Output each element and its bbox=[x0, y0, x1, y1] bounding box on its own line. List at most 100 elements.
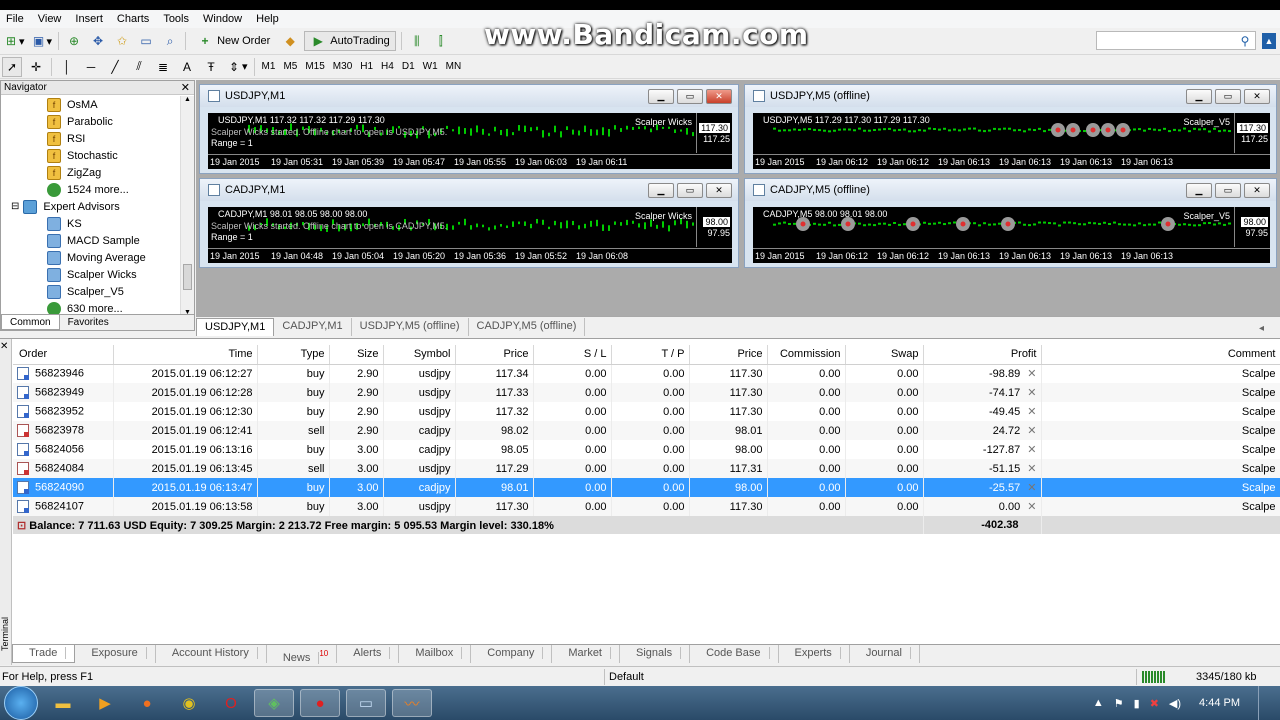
opera-icon[interactable]: O bbox=[214, 689, 248, 717]
new-order-button[interactable]: + New Order bbox=[191, 31, 276, 51]
order-row[interactable]: 56823949 2015.01.19 06:12:28 buy 2.90 usdjpy… bbox=[13, 383, 1280, 402]
cursor-tool[interactable]: ➚ bbox=[2, 56, 22, 77]
navigator-item[interactable]: Scalper Wicks bbox=[1, 266, 180, 283]
metatrader-task-icon[interactable]: ◈ bbox=[254, 689, 294, 717]
bar-chart-button[interactable]: ⫼ bbox=[407, 31, 427, 51]
volume-icon[interactable]: ◀) bbox=[1169, 697, 1181, 710]
crosshair-tool[interactable]: ✛ bbox=[26, 57, 46, 77]
text-label-tool[interactable]: Ŧ bbox=[201, 57, 221, 77]
timeframe-h1[interactable]: H1 bbox=[356, 58, 377, 76]
profiles-button[interactable]: ▣ ▾ bbox=[30, 31, 54, 51]
maximize-icon[interactable]: ▭ bbox=[677, 89, 703, 104]
menu-view[interactable]: View bbox=[32, 13, 70, 25]
firefox-icon[interactable]: ● bbox=[130, 689, 164, 717]
close-icon[interactable]: ✕ bbox=[0, 341, 8, 352]
column-header[interactable]: T / P bbox=[611, 345, 690, 365]
terminal-tab-trade[interactable]: Trade bbox=[12, 645, 76, 663]
menu-window[interactable]: Window bbox=[197, 13, 250, 25]
terminal-tab-signals[interactable]: Signals bbox=[620, 645, 691, 663]
close-order-icon[interactable]: ✕ bbox=[1024, 387, 1036, 399]
order-row[interactable]: 56824084 2015.01.19 06:13:45 sell 3.00 usdjp… bbox=[13, 459, 1280, 478]
text-tool[interactable]: A bbox=[177, 57, 197, 77]
timeframe-m1[interactable]: M1 bbox=[258, 58, 280, 76]
toolbar-expand-icon[interactable]: ▲ bbox=[1262, 33, 1276, 49]
terminal-tab-mailbox[interactable]: Mailbox bbox=[399, 645, 472, 663]
column-header[interactable]: Type bbox=[257, 345, 330, 365]
chart-tab[interactable]: CADJPY,M5 (offline) bbox=[469, 318, 586, 336]
scroll-up-icon[interactable]: ▲ bbox=[184, 96, 191, 103]
menu-insert[interactable]: Insert bbox=[69, 13, 111, 25]
menu-tools[interactable]: Tools bbox=[157, 13, 197, 25]
navigator-item[interactable]: f Parabolic bbox=[1, 113, 180, 130]
autotrading-button[interactable]: ▶ AutoTrading bbox=[304, 31, 396, 51]
timeframe-m15[interactable]: M15 bbox=[301, 58, 328, 76]
minimize-icon[interactable]: ▁ bbox=[648, 183, 674, 198]
column-header[interactable]: Swap bbox=[845, 345, 924, 365]
maximize-icon[interactable]: ▭ bbox=[677, 183, 703, 198]
terminal-button[interactable]: ▭ bbox=[136, 31, 156, 51]
chart-tab[interactable]: USDJPY,M1 bbox=[196, 318, 275, 336]
terminal-tab-news[interactable]: News 10 bbox=[267, 645, 338, 664]
navigator-item[interactable]: ⊟ Expert Advisors bbox=[1, 198, 180, 215]
flag-icon[interactable]: ⚑ bbox=[1114, 697, 1124, 710]
menu-charts[interactable]: Charts bbox=[111, 13, 157, 25]
terminal-tab-account-history[interactable]: Account History bbox=[156, 645, 267, 663]
navigator-item[interactable]: MACD Sample bbox=[1, 232, 180, 249]
minimize-icon[interactable]: ▁ bbox=[1186, 183, 1212, 198]
maximize-icon[interactable]: ▭ bbox=[1215, 89, 1241, 104]
terminal-tab-exposure[interactable]: Exposure bbox=[75, 645, 156, 663]
navigator-item[interactable]: 1524 more... bbox=[1, 181, 180, 198]
minimize-icon[interactable]: ▁ bbox=[648, 89, 674, 104]
close-order-icon[interactable]: ✕ bbox=[1024, 482, 1036, 494]
close-order-icon[interactable]: ✕ bbox=[1024, 444, 1036, 456]
chart-tab[interactable]: USDJPY,M5 (offline) bbox=[352, 318, 469, 336]
column-header[interactable]: Commission bbox=[767, 345, 846, 365]
chart-window-titlebar[interactable]: USDJPY,M1 ▁ ▭ ✕ bbox=[200, 85, 738, 107]
chart-window-titlebar[interactable]: CADJPY,M1 ▁ ▭ ✕ bbox=[200, 179, 738, 201]
trendline-tool[interactable]: ╱ bbox=[105, 57, 125, 77]
tab-favorites[interactable]: Favorites bbox=[60, 315, 117, 330]
tree-toggle-icon[interactable]: ⊟ bbox=[11, 201, 19, 212]
terminal-tab-code-base[interactable]: Code Base bbox=[690, 645, 779, 663]
chart-window[interactable]: USDJPY,M1 ▁ ▭ ✕ USDJPY,M1 117.32 117.32 117.… bbox=[199, 84, 739, 174]
timeframe-m5[interactable]: M5 bbox=[279, 58, 301, 76]
scrollbar-thumb[interactable] bbox=[183, 264, 192, 290]
navigator-item[interactable]: f ZigZag bbox=[1, 164, 180, 181]
fibonacci-tool[interactable]: ≣ bbox=[153, 57, 173, 77]
tabs-scroll-icon[interactable]: ◂ bbox=[1251, 320, 1272, 338]
menu-help[interactable]: Help bbox=[250, 13, 287, 25]
chart-window[interactable]: USDJPY,M5 (offline) ▁ ▭ ✕ USDJPY,M5 117.29 1… bbox=[744, 84, 1277, 174]
column-header[interactable]: Time bbox=[113, 345, 258, 365]
close-icon[interactable]: ✕ bbox=[1244, 183, 1270, 198]
terminal-tab-company[interactable]: Company bbox=[471, 645, 553, 663]
timeframe-d1[interactable]: D1 bbox=[398, 58, 419, 76]
column-header[interactable]: Symbol bbox=[383, 345, 456, 365]
chrome-icon[interactable]: ◉ bbox=[172, 689, 206, 717]
metaeditor-button[interactable]: ◆ bbox=[280, 31, 300, 51]
timeframe-w1[interactable]: W1 bbox=[419, 58, 442, 76]
column-header[interactable]: Price bbox=[689, 345, 768, 365]
new-chart-button[interactable]: ⊞ ▾ bbox=[2, 31, 26, 51]
chart-window-titlebar[interactable]: USDJPY,M5 (offline) ▁ ▭ ✕ bbox=[745, 85, 1276, 107]
search-input[interactable]: ⚲ bbox=[1096, 31, 1256, 50]
chart-window[interactable]: CADJPY,M5 (offline) ▁ ▭ ✕ CADJPY,M5 98.00 98… bbox=[744, 178, 1277, 268]
bandicam-task-icon[interactable]: ● bbox=[300, 689, 340, 717]
minimize-icon[interactable]: ▁ bbox=[1186, 89, 1212, 104]
navigator-item[interactable]: f Stochastic bbox=[1, 147, 180, 164]
terminal-tab-journal[interactable]: Journal bbox=[850, 645, 920, 663]
chart-tab[interactable]: CADJPY,M1 bbox=[274, 318, 352, 336]
close-order-icon[interactable]: ✕ bbox=[1024, 425, 1036, 437]
show-desktop-button[interactable] bbox=[1258, 686, 1270, 720]
column-header[interactable]: Size bbox=[329, 345, 384, 365]
navigator-item[interactable]: f RSI bbox=[1, 130, 180, 147]
arrows-tool[interactable]: ⇕ ▾ bbox=[225, 57, 249, 77]
timeframe-m30[interactable]: M30 bbox=[329, 58, 356, 76]
close-icon[interactable]: ✕ bbox=[706, 183, 732, 198]
terminal-tab-experts[interactable]: Experts bbox=[779, 645, 850, 663]
explorer-icon[interactable]: ▬ bbox=[46, 689, 80, 717]
chart-canvas[interactable]: USDJPY,M1 117.32 117.32 117.29 117.30 Sca… bbox=[208, 113, 732, 169]
order-row[interactable]: 56823946 2015.01.19 06:12:27 buy 2.90 usdjpy… bbox=[13, 364, 1280, 383]
equidistant-channel-tool[interactable]: ⫽ bbox=[129, 57, 149, 77]
tab-common[interactable]: Common bbox=[1, 315, 60, 330]
close-icon[interactable]: ✕ bbox=[1244, 89, 1270, 104]
